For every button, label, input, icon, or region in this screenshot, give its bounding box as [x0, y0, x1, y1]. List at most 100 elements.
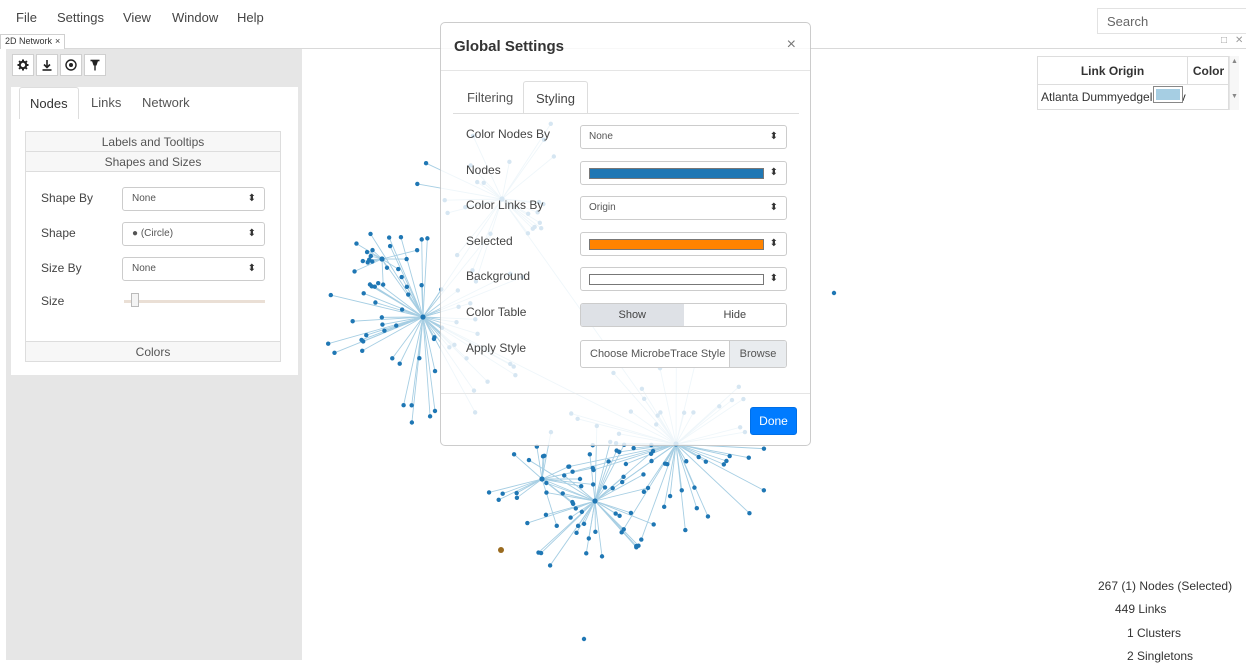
- network-node[interactable]: [832, 291, 836, 295]
- scroll-up-icon[interactable]: ▲: [1230, 58, 1239, 65]
- color-table-swatch[interactable]: [1153, 86, 1183, 103]
- network-node[interactable]: [680, 488, 684, 492]
- network-node[interactable]: [364, 333, 368, 337]
- network-node[interactable]: [610, 486, 614, 490]
- network-node[interactable]: [634, 544, 638, 548]
- network-node[interactable]: [587, 536, 591, 540]
- network-node[interactable]: [642, 490, 646, 494]
- network-node[interactable]: [574, 531, 578, 535]
- network-node[interactable]: [582, 522, 586, 526]
- network-node[interactable]: [379, 256, 384, 261]
- menu-file[interactable]: File: [16, 10, 37, 25]
- export-button[interactable]: [36, 54, 58, 76]
- network-node[interactable]: [352, 269, 356, 273]
- network-node[interactable]: [668, 494, 672, 498]
- network-node[interactable]: [622, 527, 626, 531]
- network-node[interactable]: [415, 248, 419, 252]
- network-node[interactable]: [382, 329, 386, 333]
- network-node[interactable]: [578, 477, 582, 481]
- network-node[interactable]: [724, 459, 728, 463]
- network-node[interactable]: [651, 449, 655, 453]
- pin-button[interactable]: [84, 54, 106, 76]
- network-node[interactable]: [514, 491, 518, 495]
- network-node[interactable]: [394, 323, 398, 327]
- network-node[interactable]: [361, 259, 365, 263]
- network-node[interactable]: [600, 554, 604, 558]
- shape-by-select[interactable]: None ⬍: [122, 187, 265, 211]
- tab-links[interactable]: Links: [81, 87, 131, 119]
- network-node[interactable]: [747, 455, 751, 459]
- size-by-select[interactable]: None ⬍: [122, 257, 265, 281]
- network-node[interactable]: [544, 513, 548, 517]
- nodes-color-picker[interactable]: ⬍: [580, 161, 787, 185]
- close-icon[interactable]: ×: [787, 36, 796, 54]
- color-nodes-by-select[interactable]: None ⬍: [580, 125, 787, 149]
- network-node[interactable]: [424, 161, 428, 165]
- network-node[interactable]: [617, 514, 621, 518]
- center-button[interactable]: [60, 54, 82, 76]
- apply-style-file-input[interactable]: Choose MicrobeTrace Style Browse: [580, 340, 787, 368]
- network-node[interactable]: [591, 466, 595, 470]
- shape-select[interactable]: ● (Circle) ⬍: [122, 222, 265, 246]
- network-node[interactable]: [613, 511, 617, 515]
- network-node[interactable]: [539, 551, 543, 555]
- network-node[interactable]: [368, 282, 372, 286]
- network-node[interactable]: [576, 524, 580, 528]
- network-node[interactable]: [555, 524, 559, 528]
- size-slider-track[interactable]: [124, 300, 265, 303]
- network-node[interactable]: [706, 514, 710, 518]
- network-node[interactable]: [401, 403, 405, 407]
- network-node[interactable]: [570, 500, 574, 504]
- close-window-icon[interactable]: ✕: [1235, 35, 1243, 46]
- network-node[interactable]: [487, 490, 491, 494]
- network-node[interactable]: [387, 235, 391, 239]
- network-node[interactable]: [496, 498, 500, 502]
- network-node[interactable]: [561, 491, 565, 495]
- network-node[interactable]: [361, 291, 365, 295]
- network-node[interactable]: [326, 342, 330, 346]
- menu-settings[interactable]: Settings: [57, 10, 104, 25]
- network-node[interactable]: [398, 361, 402, 365]
- network-node[interactable]: [361, 339, 365, 343]
- network-node[interactable]: [641, 472, 645, 476]
- tab-filtering[interactable]: Filtering: [455, 81, 525, 114]
- network-node[interactable]: [370, 248, 374, 252]
- network-node[interactable]: [370, 259, 374, 263]
- network-node[interactable]: [542, 454, 546, 458]
- network-node[interactable]: [621, 475, 625, 479]
- size-slider-thumb[interactable]: [131, 293, 139, 307]
- network-node[interactable]: [629, 511, 633, 515]
- network-node[interactable]: [548, 563, 552, 567]
- network-node[interactable]: [570, 469, 574, 473]
- network-node[interactable]: [606, 459, 610, 463]
- network-node[interactable]: [385, 266, 389, 270]
- network-node[interactable]: [574, 506, 578, 510]
- network-node[interactable]: [580, 510, 584, 514]
- color-links-by-select[interactable]: Origin ⬍: [580, 196, 787, 220]
- network-node[interactable]: [420, 314, 425, 319]
- network-node[interactable]: [368, 232, 372, 236]
- section-labels-and-tooltips[interactable]: Labels and Tooltips: [26, 132, 280, 152]
- network-node[interactable]: [373, 300, 377, 304]
- network-node[interactable]: [639, 537, 643, 541]
- hide-color-table-button[interactable]: Hide: [684, 304, 787, 326]
- network-node[interactable]: [651, 522, 655, 526]
- network-node[interactable]: [376, 281, 380, 285]
- network-node[interactable]: [662, 505, 666, 509]
- scroll-down-icon[interactable]: ▼: [1230, 93, 1239, 100]
- network-node[interactable]: [409, 403, 413, 407]
- network-node[interactable]: [417, 356, 421, 360]
- network-node[interactable]: [390, 356, 394, 360]
- network-node[interactable]: [624, 462, 628, 466]
- network-node[interactable]: [593, 530, 597, 534]
- network-node[interactable]: [568, 515, 572, 519]
- network-node[interactable]: [588, 452, 592, 456]
- network-node[interactable]: [582, 637, 586, 641]
- network-node[interactable]: [354, 241, 358, 245]
- network-node[interactable]: [365, 250, 369, 254]
- network-node[interactable]: [704, 459, 708, 463]
- network-node[interactable]: [404, 257, 408, 261]
- network-node[interactable]: [396, 267, 400, 271]
- network-node[interactable]: [433, 369, 437, 373]
- network-node[interactable]: [579, 484, 583, 488]
